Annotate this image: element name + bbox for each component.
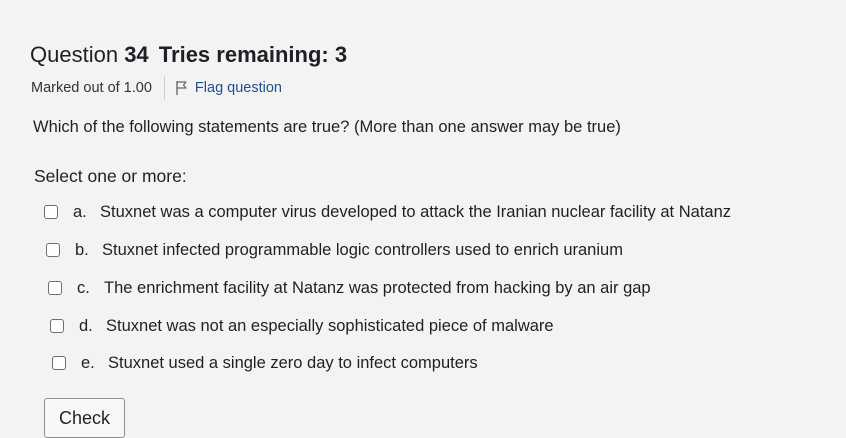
answer-letter: d. — [79, 317, 93, 335]
answer-checkbox-d[interactable] — [50, 319, 64, 333]
answer-text: Stuxnet used a single zero day to infect… — [108, 354, 478, 372]
answer-checkbox-e[interactable] — [52, 356, 66, 370]
answer-letter: e. — [81, 354, 95, 372]
question-label: Question — [30, 42, 119, 67]
answer-checkbox-b[interactable] — [46, 243, 60, 257]
answer-option-e[interactable]: e. Stuxnet used a single zero day to inf… — [52, 352, 478, 374]
flag-question-link[interactable]: Flag question — [175, 78, 282, 98]
answer-option-a[interactable]: a. Stuxnet was a computer virus develope… — [44, 201, 731, 223]
question-text: Which of the following statements are tr… — [33, 118, 621, 136]
flag-question-label: Flag question — [194, 80, 282, 96]
tries-remaining: Tries remaining: 3 — [158, 42, 348, 67]
flag-icon — [176, 81, 187, 95]
answer-option-d[interactable]: d. Stuxnet was not an especially sophist… — [50, 315, 554, 337]
answer-letter: c. — [77, 279, 90, 297]
answer-letter: a. — [73, 203, 87, 221]
answer-checkbox-c[interactable] — [48, 281, 62, 295]
question-number: 34 — [124, 42, 149, 67]
answer-prompt: Select one or more: — [34, 166, 187, 186]
marks-text: Marked out of 1.00 — [31, 80, 152, 96]
check-button[interactable]: Check — [44, 398, 125, 438]
question-header: Question 34 Tries remaining: 3 — [30, 42, 347, 68]
answer-option-b[interactable]: b. Stuxnet infected programmable logic c… — [46, 239, 623, 261]
answer-letter: b. — [75, 241, 89, 259]
answer-checkbox-a[interactable] — [44, 205, 58, 219]
answer-text: The enrichment facility at Natanz was pr… — [104, 279, 651, 297]
answer-text: Stuxnet was not an especially sophistica… — [106, 317, 554, 335]
answer-text: Stuxnet infected programmable logic cont… — [102, 241, 623, 259]
answer-option-c[interactable]: c. The enrichment facility at Natanz was… — [48, 277, 651, 299]
meta-divider — [163, 76, 165, 100]
question-meta: Marked out of 1.00 Flag question — [31, 76, 282, 100]
answer-text: Stuxnet was a computer virus developed t… — [100, 203, 732, 221]
